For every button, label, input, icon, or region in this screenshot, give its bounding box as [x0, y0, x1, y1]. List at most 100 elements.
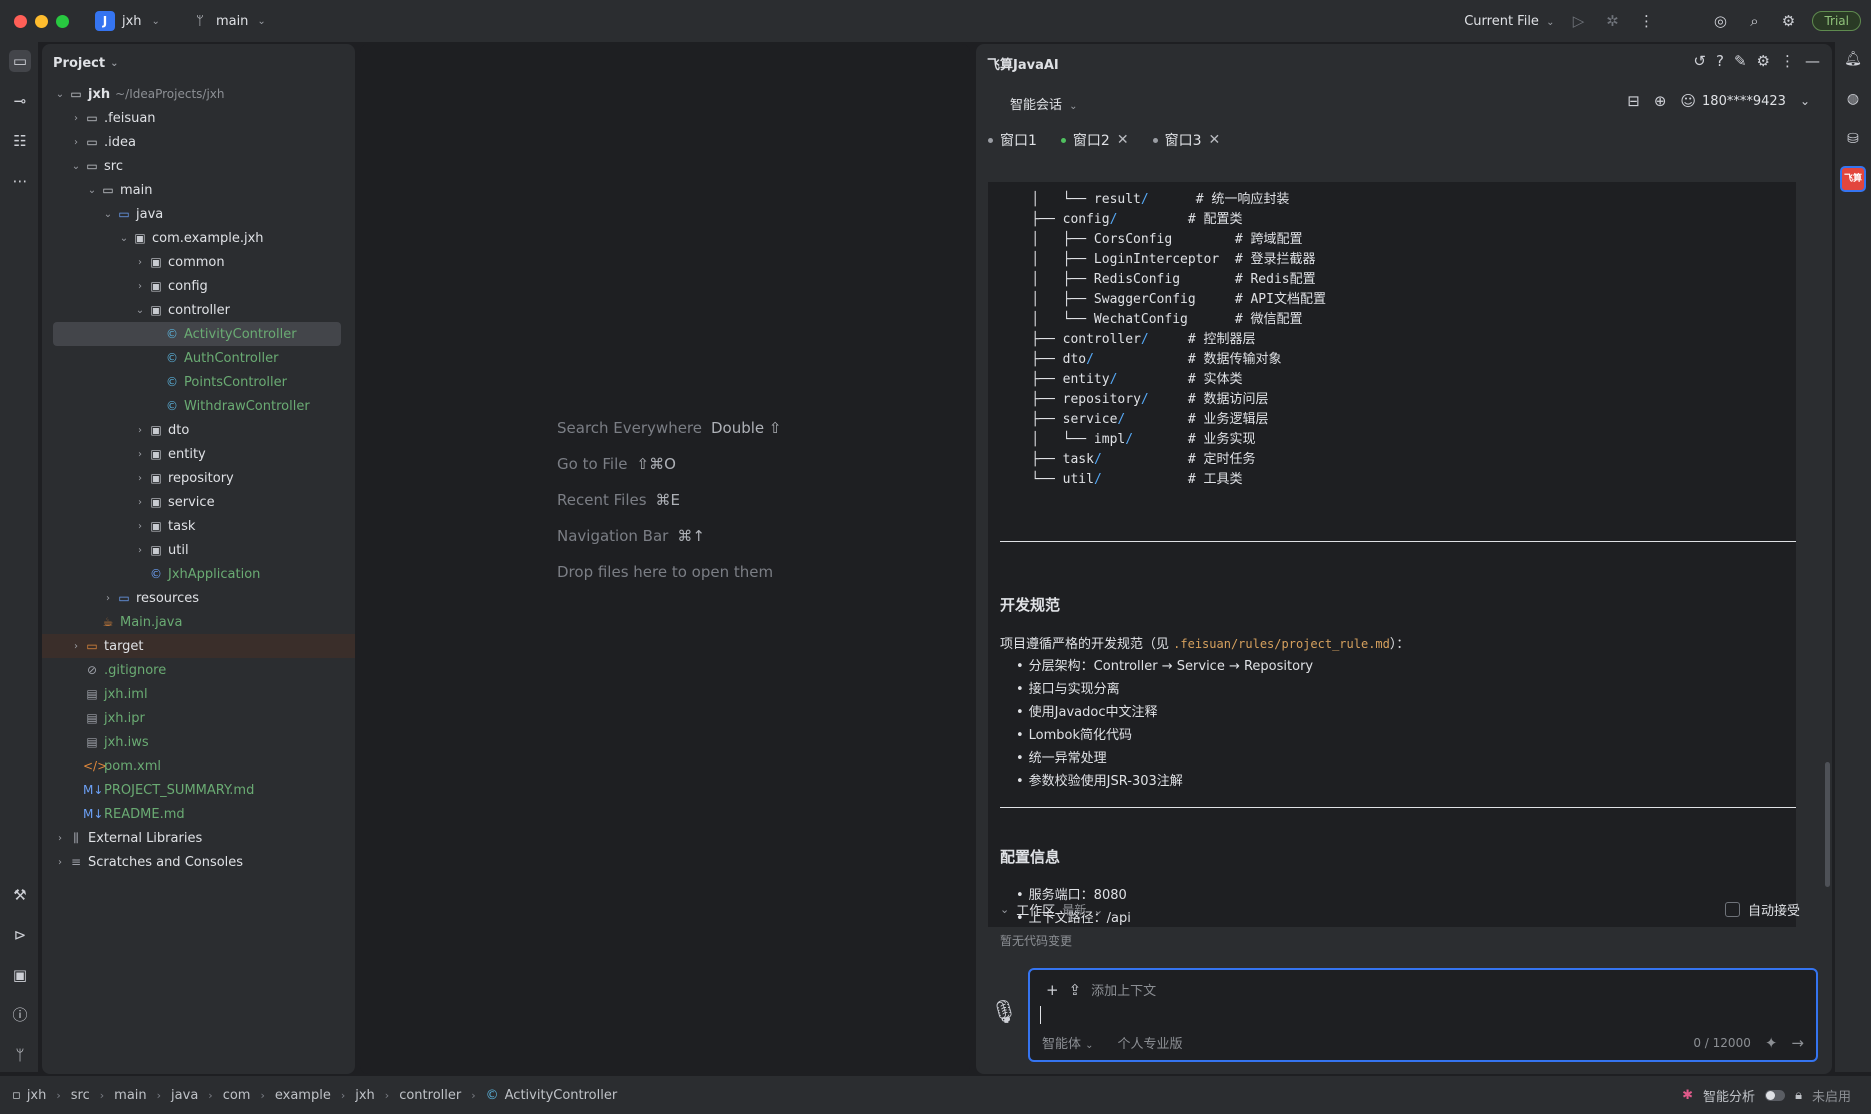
- tree-item[interactable]: › ▣ task: [42, 514, 355, 538]
- tree-item[interactable]: › ▭ .idea: [42, 130, 355, 154]
- problems-icon[interactable]: ⓘ: [9, 1004, 31, 1026]
- build-icon[interactable]: ⚒: [9, 884, 31, 906]
- minimize-icon[interactable]: —: [1805, 52, 1820, 70]
- collapsed-arrow-icon[interactable]: ›: [53, 833, 67, 844]
- magic-wand-icon[interactable]: ✦: [1765, 1034, 1778, 1052]
- chat-tab[interactable]: 窗口1: [988, 126, 1037, 154]
- more-vertical-icon[interactable]: ⋮: [1780, 52, 1795, 70]
- tree-item[interactable]: › ▣ entity: [42, 442, 355, 466]
- tree-item[interactable]: › ▣ repository: [42, 466, 355, 490]
- zoom-window-button[interactable]: [56, 14, 69, 28]
- structure-icon[interactable]: ☷: [9, 130, 31, 152]
- auto-accept-toggle[interactable]: 自动接受: [1724, 900, 1800, 919]
- ai-assistant-icon[interactable]: ◎: [1710, 12, 1730, 30]
- tree-item[interactable]: M↓ README.md: [42, 802, 355, 826]
- tree-item[interactable]: </> pom.xml: [42, 754, 355, 778]
- tree-item[interactable]: ▤ jxh.ipr: [42, 706, 355, 730]
- collapsed-arrow-icon[interactable]: ›: [133, 449, 147, 460]
- breadcrumb-item[interactable]: jxh: [355, 1088, 375, 1103]
- database-icon[interactable]: ⛁: [1842, 128, 1864, 150]
- upload-icon[interactable]: ⇪: [1069, 981, 1082, 999]
- tree-item[interactable]: › ▣ dto: [42, 418, 355, 442]
- tree-item[interactable]: › ▣ service: [42, 490, 355, 514]
- plus-icon[interactable]: +: [1046, 981, 1059, 999]
- run-icon[interactable]: ▷: [1568, 12, 1588, 30]
- edit-icon[interactable]: ✎: [1734, 52, 1747, 70]
- more-vertical-icon[interactable]: ⋮: [1636, 12, 1656, 30]
- history-icon[interactable]: ↺: [1693, 52, 1706, 70]
- close-icon[interactable]: ✕: [1209, 132, 1221, 148]
- breadcrumb-item[interactable]: ActivityController: [505, 1088, 618, 1103]
- tree-item[interactable]: › ⫼ External Libraries: [42, 826, 355, 850]
- project-panel-header[interactable]: Project ⌄: [42, 44, 355, 82]
- tree-item[interactable]: ⌄ ▭ src: [42, 154, 355, 178]
- tree-item[interactable]: ⌄ ▭ java: [42, 202, 355, 226]
- breadcrumb-item[interactable]: main: [114, 1088, 146, 1103]
- collapsed-arrow-icon[interactable]: ›: [69, 137, 83, 148]
- collapsed-arrow-icon[interactable]: ›: [133, 497, 147, 508]
- new-chat-icon[interactable]: ⊕: [1654, 92, 1667, 110]
- branch-switcher[interactable]: ᛘ main ⌄: [190, 14, 266, 29]
- collapsed-arrow-icon[interactable]: ›: [133, 281, 147, 292]
- collapsed-arrow-icon[interactable]: ›: [133, 257, 147, 268]
- expanded-arrow-icon[interactable]: ⌄: [69, 161, 83, 172]
- tree-item[interactable]: ▤ jxh.iml: [42, 682, 355, 706]
- expanded-arrow-icon[interactable]: ⌄: [85, 185, 99, 196]
- expanded-arrow-icon[interactable]: ⌄: [101, 209, 115, 220]
- ai-chat-icon[interactable]: ◍: [1842, 88, 1864, 110]
- collapsed-arrow-icon[interactable]: ›: [69, 113, 83, 124]
- breadcrumb-item[interactable]: jxh: [27, 1088, 47, 1103]
- commit-icon[interactable]: ⊸: [9, 90, 31, 112]
- chat-tab[interactable]: 窗口2 ✕: [1060, 126, 1129, 154]
- services-icon[interactable]: ⊳: [9, 924, 31, 946]
- user-menu[interactable]: ☺ 180****9423: [1680, 92, 1786, 110]
- project-tool-icon[interactable]: ▭: [9, 50, 31, 72]
- collapsed-arrow-icon[interactable]: ›: [133, 521, 147, 532]
- auto-accept-checkbox[interactable]: [1724, 902, 1740, 917]
- collapsed-arrow-icon[interactable]: ›: [133, 545, 147, 556]
- tree-item[interactable]: © WithdrawController: [42, 394, 355, 418]
- tree-item[interactable]: › ▭ target: [42, 634, 355, 658]
- expanded-arrow-icon[interactable]: ⌄: [133, 305, 147, 316]
- close-window-button[interactable]: [14, 14, 27, 28]
- tree-item[interactable]: © PointsController: [42, 370, 355, 394]
- microphone-icon[interactable]: 🎙︎: [990, 1000, 1018, 1025]
- project-switcher[interactable]: J jxh ⌄: [95, 11, 160, 31]
- tree-item[interactable]: › ▭ .feisuan: [42, 106, 355, 130]
- debug-icon[interactable]: ✲: [1602, 12, 1622, 30]
- tree-item[interactable]: › ≡ Scratches and Consoles: [42, 850, 355, 874]
- minimize-window-button[interactable]: [35, 14, 48, 28]
- edition-label[interactable]: 个人专业版: [1118, 1033, 1183, 1052]
- agent-selector[interactable]: 智能体 ⌄: [1042, 1033, 1094, 1052]
- tree-item[interactable]: ⊘ .gitignore: [42, 658, 355, 682]
- chat-tab[interactable]: 窗口3 ✕: [1152, 126, 1221, 154]
- breadcrumb-item[interactable]: com: [223, 1088, 251, 1103]
- help-icon[interactable]: ?: [1716, 52, 1724, 70]
- layout-icon[interactable]: ⊟: [1627, 92, 1640, 110]
- chevron-down-icon[interactable]: ⌄: [1800, 94, 1810, 108]
- editor-area[interactable]: Search Everywhere Double ⇧ Go to File ⇧⌘O Re…: [360, 44, 970, 1074]
- run-config-selector[interactable]: Current File ⌄: [1464, 14, 1554, 29]
- tree-item[interactable]: › ▣ util: [42, 538, 355, 562]
- breadcrumb-item[interactable]: example: [275, 1088, 331, 1103]
- chat-scrollbar[interactable]: [1825, 762, 1830, 887]
- collapsed-arrow-icon[interactable]: ›: [133, 473, 147, 484]
- notifications-icon[interactable]: 🔔︎: [1842, 48, 1864, 70]
- collapsed-arrow-icon[interactable]: ›: [69, 641, 83, 652]
- git-icon[interactable]: ᛘ: [9, 1044, 31, 1066]
- tree-item[interactable]: › ▣ config: [42, 274, 355, 298]
- trial-badge[interactable]: Trial: [1812, 11, 1861, 31]
- tree-item[interactable]: ▤ jxh.iws: [42, 730, 355, 754]
- chat-input[interactable]: + ⇪ 添加上下文 智能体 ⌄ 个人专业版 0 / 12000 ✦ →: [1028, 968, 1818, 1062]
- terminal-icon[interactable]: ▣: [9, 964, 31, 986]
- smart-analysis-toggle[interactable]: [1765, 1089, 1786, 1101]
- collapsed-arrow-icon[interactable]: ›: [101, 593, 115, 604]
- tree-item[interactable]: © JxhApplication: [42, 562, 355, 586]
- breadcrumb-item[interactable]: controller: [399, 1088, 461, 1103]
- lock-icon[interactable]: 🔒︎: [1795, 1088, 1802, 1103]
- tree-item[interactable]: ⌄ ▣ com.example.jxh: [42, 226, 355, 250]
- tree-item[interactable]: › ▣ common: [42, 250, 355, 274]
- feisuan-icon[interactable]: 飞算: [1840, 166, 1866, 192]
- tree-item[interactable]: © ActivityController: [53, 322, 341, 346]
- expanded-arrow-icon[interactable]: ⌄: [117, 233, 131, 244]
